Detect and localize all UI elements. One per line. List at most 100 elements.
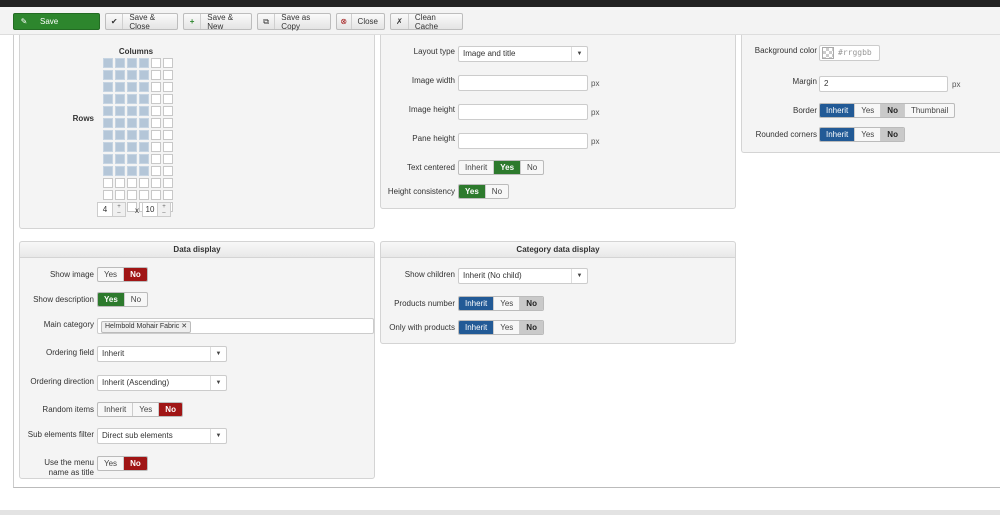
- grid-cell[interactable]: [127, 82, 137, 92]
- grid-cell[interactable]: [115, 70, 125, 80]
- border-toggle[interactable]: Inherit Yes No Thumbnail: [819, 103, 956, 118]
- grid-cell[interactable]: [139, 58, 149, 68]
- grid-cell[interactable]: [103, 94, 113, 104]
- only-with-products-no[interactable]: No: [519, 321, 543, 334]
- clean-cache-button[interactable]: ✗ Clean Cache: [390, 13, 463, 31]
- grid-cell[interactable]: [163, 106, 173, 116]
- columns-stepper[interactable]: 4 + –: [97, 202, 126, 217]
- products-number-no[interactable]: No: [519, 297, 543, 310]
- grid-cell[interactable]: [139, 178, 149, 188]
- grid-cell[interactable]: [103, 82, 113, 92]
- use-menu-name-toggle[interactable]: Yes No: [97, 456, 148, 471]
- grid-cell[interactable]: [163, 58, 173, 68]
- products-number-toggle[interactable]: Inherit Yes No: [458, 296, 544, 311]
- show-description-toggle[interactable]: Yes No: [97, 292, 149, 307]
- stepper-arrows-icon[interactable]: + –: [113, 202, 126, 217]
- grid-cell[interactable]: [163, 94, 173, 104]
- show-children-select[interactable]: Inherit (No child) ▼: [458, 268, 588, 284]
- show-description-no[interactable]: No: [123, 293, 147, 306]
- rows-value[interactable]: 10: [142, 202, 158, 217]
- grid-cell[interactable]: [151, 82, 161, 92]
- grid-cell[interactable]: [163, 190, 173, 200]
- grid-cell[interactable]: [151, 130, 161, 140]
- grid-cell[interactable]: [115, 118, 125, 128]
- grid-cell[interactable]: [103, 154, 113, 164]
- grid-cell[interactable]: [163, 178, 173, 188]
- grid-cell[interactable]: [103, 190, 113, 200]
- margin-input[interactable]: 2: [819, 76, 948, 92]
- grid-cell[interactable]: [127, 166, 137, 176]
- grid-cell[interactable]: [139, 94, 149, 104]
- grid-cell[interactable]: [139, 82, 149, 92]
- grid-cell[interactable]: [115, 166, 125, 176]
- save-close-button[interactable]: ✔ Save & Close: [105, 13, 178, 31]
- grid-cell[interactable]: [127, 178, 137, 188]
- grid-cell[interactable]: [151, 178, 161, 188]
- image-width-input[interactable]: [458, 75, 588, 91]
- grid-cell[interactable]: [103, 58, 113, 68]
- show-description-yes[interactable]: Yes: [98, 293, 124, 306]
- sub-elements-filter-select[interactable]: Direct sub elements ▼: [97, 428, 227, 444]
- grid-cell[interactable]: [103, 106, 113, 116]
- show-image-yes[interactable]: Yes: [98, 268, 123, 281]
- only-with-products-toggle[interactable]: Inherit Yes No: [458, 320, 544, 335]
- ordering-field-select[interactable]: Inherit ▼: [97, 346, 227, 362]
- text-centered-yes[interactable]: Yes: [493, 161, 521, 174]
- grid-cell[interactable]: [115, 82, 125, 92]
- grid-cell[interactable]: [163, 82, 173, 92]
- grid-cell[interactable]: [139, 106, 149, 116]
- show-image-no[interactable]: No: [123, 268, 147, 281]
- rows-stepper[interactable]: 10 + –: [142, 202, 171, 217]
- grid-cell[interactable]: [115, 154, 125, 164]
- save-new-button[interactable]: + Save & New: [183, 13, 252, 31]
- grid-cell[interactable]: [103, 166, 113, 176]
- grid-cell[interactable]: [103, 130, 113, 140]
- grid-cell[interactable]: [103, 178, 113, 188]
- grid-cell[interactable]: [127, 94, 137, 104]
- ordering-direction-select[interactable]: Inherit (Ascending) ▼: [97, 375, 227, 391]
- grid-cell[interactable]: [151, 154, 161, 164]
- grid-cell[interactable]: [115, 142, 125, 152]
- grid-cell[interactable]: [139, 190, 149, 200]
- layout-type-select[interactable]: Image and title ▼: [458, 46, 588, 62]
- pane-height-input[interactable]: [458, 133, 588, 149]
- grid-cell[interactable]: [151, 106, 161, 116]
- text-centered-inherit[interactable]: Inherit: [459, 161, 493, 174]
- grid-cell[interactable]: [127, 190, 137, 200]
- grid-cell[interactable]: [151, 70, 161, 80]
- grid-cell[interactable]: [139, 130, 149, 140]
- grid-cell[interactable]: [115, 190, 125, 200]
- grid-cell[interactable]: [103, 142, 113, 152]
- grid-cell[interactable]: [151, 58, 161, 68]
- grid-cell[interactable]: [139, 166, 149, 176]
- show-image-toggle[interactable]: Yes No: [97, 267, 148, 282]
- grid-cell[interactable]: [163, 142, 173, 152]
- grid-cell[interactable]: [163, 154, 173, 164]
- random-items-no[interactable]: No: [158, 403, 182, 416]
- grid-cell[interactable]: [127, 142, 137, 152]
- grid-cell[interactable]: [139, 118, 149, 128]
- border-inherit[interactable]: Inherit: [820, 104, 855, 117]
- grid-cell[interactable]: [127, 70, 137, 80]
- grid-cell[interactable]: [103, 70, 113, 80]
- image-height-input[interactable]: [458, 104, 588, 120]
- rounded-corners-no[interactable]: No: [880, 128, 904, 141]
- grid-cell[interactable]: [115, 178, 125, 188]
- save-copy-button[interactable]: ⧉ Save as Copy: [257, 13, 331, 31]
- columns-value[interactable]: 4: [97, 202, 113, 217]
- random-items-yes[interactable]: Yes: [132, 403, 158, 416]
- grid-cell[interactable]: [115, 94, 125, 104]
- use-menu-name-no[interactable]: No: [123, 457, 147, 470]
- rounded-corners-yes[interactable]: Yes: [854, 128, 880, 141]
- border-no[interactable]: No: [880, 104, 904, 117]
- height-consistency-yes[interactable]: Yes: [459, 185, 485, 198]
- grid-cell[interactable]: [163, 70, 173, 80]
- grid-cell[interactable]: [151, 166, 161, 176]
- grid-cell[interactable]: [127, 130, 137, 140]
- grid-cell[interactable]: [127, 118, 137, 128]
- grid-cell[interactable]: [151, 118, 161, 128]
- grid-cell[interactable]: [151, 142, 161, 152]
- products-number-inherit[interactable]: Inherit: [459, 297, 494, 310]
- grid-cell[interactable]: [127, 58, 137, 68]
- main-category-input[interactable]: Helmbold Mohair Fabric ✕: [97, 318, 374, 334]
